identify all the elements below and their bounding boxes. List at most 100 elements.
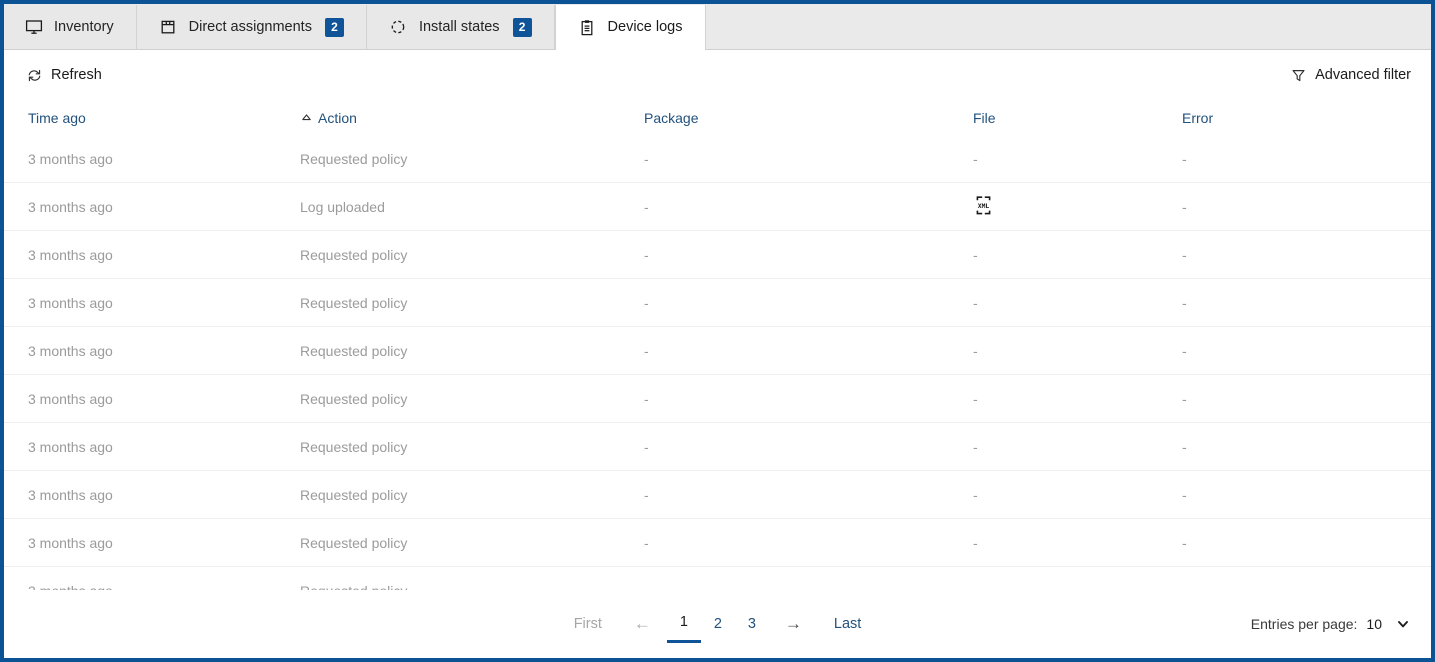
- cell-file-value: -: [973, 583, 978, 591]
- pagination-page-1[interactable]: 1: [667, 606, 701, 643]
- cell-file: -: [973, 471, 1182, 519]
- column-header-package[interactable]: Package: [644, 100, 973, 135]
- cell-package: -: [644, 279, 973, 327]
- cell-time-ago: 3 months ago: [4, 471, 300, 519]
- table-header: Time ago Action: [4, 100, 1431, 135]
- cell-package: -: [644, 471, 973, 519]
- cell-time-ago: 3 months ago: [4, 519, 300, 567]
- cell-action: Requested policy: [300, 519, 644, 567]
- table-row[interactable]: 3 months agoRequested policy---: [4, 567, 1431, 591]
- cell-action: Requested policy: [300, 135, 644, 183]
- pagination-last[interactable]: Last: [818, 608, 877, 640]
- tab-badge-count: 2: [513, 18, 532, 37]
- tab-label: Inventory: [54, 20, 114, 35]
- refresh-label: Refresh: [51, 67, 102, 83]
- cell-action: Requested policy: [300, 279, 644, 327]
- refresh-icon: [26, 67, 42, 83]
- table-row[interactable]: 3 months agoRequested policy---: [4, 519, 1431, 567]
- cell-package: -: [644, 423, 973, 471]
- cell-file: -: [973, 423, 1182, 471]
- column-header-time-ago[interactable]: Time ago: [4, 100, 300, 135]
- column-header-file[interactable]: File: [973, 100, 1182, 135]
- table-row[interactable]: 3 months agoRequested policy---: [4, 327, 1431, 375]
- pagination-controls: First ← 1 2 3 → Last: [558, 606, 878, 643]
- cell-action: Requested policy: [300, 231, 644, 279]
- cell-action: Requested policy: [300, 375, 644, 423]
- tab-inventory[interactable]: Inventory: [4, 5, 137, 49]
- advanced-filter-button[interactable]: Advanced filter: [1288, 63, 1413, 87]
- pagination-first[interactable]: First: [558, 608, 618, 640]
- cell-file: -: [973, 375, 1182, 423]
- cell-file-value: -: [973, 247, 978, 263]
- cell-file: XML: [973, 183, 1182, 231]
- cell-time-ago: 3 months ago: [4, 231, 300, 279]
- cell-error: -: [1182, 471, 1431, 519]
- cell-package: -: [644, 567, 973, 591]
- tab-install-states[interactable]: Install states 2: [367, 5, 555, 49]
- cell-file-value: -: [973, 295, 978, 311]
- cell-action: Requested policy: [300, 327, 644, 375]
- pagination-previous-arrow-icon[interactable]: ←: [618, 610, 667, 638]
- cell-time-ago: 3 months ago: [4, 279, 300, 327]
- svg-text:XML: XML: [977, 202, 989, 210]
- cell-error: -: [1182, 327, 1431, 375]
- cell-error: -: [1182, 567, 1431, 591]
- pagination-page-3[interactable]: 3: [735, 608, 769, 640]
- chevron-down-icon[interactable]: [1395, 616, 1411, 632]
- cell-action: Requested policy: [300, 471, 644, 519]
- table-row[interactable]: 3 months agoRequested policy---: [4, 423, 1431, 471]
- cell-action: Requested policy: [300, 423, 644, 471]
- tab-device-logs[interactable]: Device logs: [555, 5, 706, 50]
- pagination-page-2[interactable]: 2: [701, 608, 735, 640]
- funnel-filter-icon: [1290, 67, 1306, 83]
- cell-file-value: -: [973, 487, 978, 503]
- table-row[interactable]: 3 months agoRequested policy---: [4, 279, 1431, 327]
- cell-file: -: [973, 567, 1182, 591]
- cell-error: -: [1182, 231, 1431, 279]
- xml-file-icon[interactable]: XML: [973, 194, 993, 216]
- cell-file: -: [973, 231, 1182, 279]
- monitor-icon: [24, 18, 43, 37]
- cell-time-ago: 3 months ago: [4, 327, 300, 375]
- cell-file: -: [973, 135, 1182, 183]
- table-header-row: Time ago Action: [4, 100, 1431, 135]
- table-body: 3 months agoRequested policy---3 months …: [4, 135, 1431, 590]
- column-header-action[interactable]: Action: [300, 100, 644, 135]
- tab-label: Install states: [419, 20, 500, 35]
- cell-file: -: [973, 327, 1182, 375]
- tab-label: Device logs: [608, 20, 683, 35]
- table-toolbar: Refresh Advanced filter: [4, 50, 1431, 100]
- entries-per-page-label: Entries per page:: [1251, 616, 1358, 632]
- column-label: Time ago: [28, 110, 86, 126]
- table-row[interactable]: 3 months agoRequested policy---: [4, 135, 1431, 183]
- device-logs-panel: Inventory Direct assignments 2 Install s…: [0, 0, 1435, 662]
- advanced-filter-label: Advanced filter: [1315, 67, 1411, 83]
- cell-error: -: [1182, 423, 1431, 471]
- cell-package: -: [644, 135, 973, 183]
- device-logs-table: Time ago Action: [4, 100, 1431, 590]
- tab-direct-assignments[interactable]: Direct assignments 2: [137, 5, 367, 49]
- sort-ascending-triangle-icon: [300, 112, 312, 124]
- device-logs-table-container: Time ago Action: [4, 100, 1431, 590]
- table-row[interactable]: 3 months agoRequested policy---: [4, 375, 1431, 423]
- cell-time-ago: 3 months ago: [4, 183, 300, 231]
- tab-badge-count: 2: [325, 18, 344, 37]
- cell-package: -: [644, 183, 973, 231]
- table-row[interactable]: 3 months agoRequested policy---: [4, 231, 1431, 279]
- pagination-next-arrow-icon[interactable]: →: [769, 610, 818, 638]
- entries-per-page-value: 10: [1366, 616, 1382, 632]
- cell-time-ago: 3 months ago: [4, 567, 300, 591]
- refresh-button[interactable]: Refresh: [24, 63, 104, 87]
- spinner-circle-icon: [389, 18, 408, 37]
- column-header-error[interactable]: Error: [1182, 100, 1431, 135]
- cell-file-value: -: [973, 391, 978, 407]
- table-row[interactable]: 3 months agoRequested policy---: [4, 471, 1431, 519]
- entries-per-page-control[interactable]: Entries per page: 10: [1251, 616, 1411, 632]
- clipboard-icon: [578, 18, 597, 37]
- tab-bar: Inventory Direct assignments 2 Install s…: [4, 4, 1431, 50]
- cell-error: -: [1182, 519, 1431, 567]
- table-row[interactable]: 3 months agoLog uploaded-XML-: [4, 183, 1431, 231]
- cell-time-ago: 3 months ago: [4, 423, 300, 471]
- cell-file: -: [973, 279, 1182, 327]
- package-box-icon: [159, 18, 178, 37]
